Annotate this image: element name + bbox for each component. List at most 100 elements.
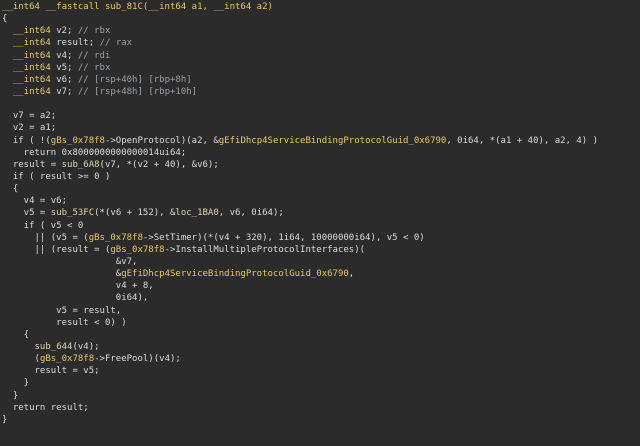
code-line[interactable]: __int64 v6; // [rsp+40h] [rbp+8h] xyxy=(0,74,640,86)
code-line[interactable]: result = v5; xyxy=(0,365,640,377)
code-text: || (v5 = ( xyxy=(2,232,89,243)
code-line[interactable]: } xyxy=(0,414,640,426)
code-comment: // rbx xyxy=(77,62,111,73)
code-text: ->InstallMultipleProtocolInterfaces)( xyxy=(164,244,366,255)
global-symbol[interactable]: gBs_0x78f8 xyxy=(110,245,164,255)
type-keyword: __int64 xyxy=(12,86,51,97)
code-text: { xyxy=(2,329,30,340)
code-line[interactable]: v4 + 8, xyxy=(0,280,640,292)
code-text: if ( !( xyxy=(2,135,51,146)
global-symbol[interactable]: gEfiDhcp4ServiceBindingProtocolGuid_0x67… xyxy=(219,136,447,146)
code-text: if ( result >= 0 ) xyxy=(2,171,111,182)
code-line[interactable]: result < 0) ) xyxy=(0,317,640,329)
type-keyword: __int64 xyxy=(12,50,51,61)
code-line[interactable]: return 0x8000000000000014ui64; xyxy=(0,147,640,159)
code-line[interactable]: if ( !(gBs_0x78f8->OpenProtocol)(a2, &gE… xyxy=(0,135,640,147)
code-text: v7; xyxy=(50,86,78,97)
global-symbol[interactable]: gBs_0x78f8 xyxy=(51,136,105,146)
code-text: } xyxy=(2,414,8,425)
code-line[interactable]: { xyxy=(0,13,640,25)
code-line[interactable]: v7 = a2; xyxy=(0,110,640,122)
code-line[interactable]: 0i64), xyxy=(0,292,640,304)
code-text: 0i64), xyxy=(2,293,149,304)
code-line[interactable]: || (v5 = (gBs_0x78f8->SetTimer)(*(v4 + 3… xyxy=(0,232,640,244)
function-name[interactable]: sub_6A8 xyxy=(62,160,100,170)
code-text: if ( v5 < 0 xyxy=(2,220,84,231)
code-text: ->FreePool)(v4); xyxy=(94,354,181,365)
type-keyword: __int64 xyxy=(12,38,51,49)
type-keyword: __int64 xyxy=(12,26,51,37)
code-line[interactable]: &gEfiDhcp4ServiceBindingProtocolGuid_0x6… xyxy=(0,268,640,280)
code-text: (*(v6 + 152), & xyxy=(94,208,176,219)
code-text: || (result = ( xyxy=(2,244,111,255)
code-line[interactable]: || (result = (gBs_0x78f8->InstallMultipl… xyxy=(0,244,640,256)
type-keyword: __int64 xyxy=(12,62,51,73)
code-line[interactable]: v5 = sub_53FC(*(v6 + 152), &loc_1BA0, v6… xyxy=(0,207,640,219)
code-text: ( xyxy=(2,354,40,365)
code-text: ->SetTimer)(*(v4 + 320), 1i64, 10000000i… xyxy=(142,232,425,243)
code-text: , xyxy=(348,269,355,280)
code-line[interactable]: if ( result >= 0 ) xyxy=(0,171,640,183)
code-line[interactable]: &v7, xyxy=(0,256,640,268)
code-text: v4; xyxy=(50,50,78,61)
code-line[interactable]: if ( v5 < 0 xyxy=(0,220,640,232)
code-text: v5 = result, xyxy=(2,305,122,316)
code-text: { xyxy=(2,14,8,25)
code-line[interactable]: v4 = v6; xyxy=(0,195,640,207)
code-text: } xyxy=(2,378,30,389)
code-line[interactable]: } xyxy=(0,390,640,402)
code-line[interactable]: __int64 v2; // rbx xyxy=(0,25,640,37)
code-comment: // [rsp+40h] [rbp+8h] xyxy=(77,74,192,85)
code-line[interactable]: v5 = result, xyxy=(0,305,640,317)
code-text: result < 0) ) xyxy=(2,317,127,328)
code-line[interactable] xyxy=(0,98,640,110)
code-text: result; xyxy=(50,38,100,49)
code-line[interactable]: __int64 v5; // rbx xyxy=(0,62,640,74)
code-line[interactable]: (gBs_0x78f8->FreePool)(v4); xyxy=(0,353,640,365)
function-name[interactable]: sub_644 xyxy=(35,342,73,352)
code-line[interactable]: return result; xyxy=(0,402,640,414)
code-text: v2; xyxy=(50,26,78,37)
code-text: , v6, 0i64); xyxy=(218,208,284,219)
code-text: v4 + 8, xyxy=(2,281,154,292)
code-text: &v7, xyxy=(2,256,138,267)
code-line[interactable]: __int64 __fastcall sub_81C(__int64 a1, _… xyxy=(0,1,640,13)
global-symbol[interactable]: gBs_0x78f8 xyxy=(40,354,94,364)
code-line[interactable]: v2 = a1; xyxy=(0,122,640,134)
code-text: return result; xyxy=(2,402,89,413)
code-text: (v4); xyxy=(72,341,100,352)
code-text: v2 = a1; xyxy=(2,123,57,134)
code-comment: // rdi xyxy=(77,50,111,61)
global-symbol[interactable]: gBs_0x78f8 xyxy=(89,233,143,243)
code-line[interactable]: sub_644(v4); xyxy=(0,341,640,353)
code-line[interactable]: } xyxy=(0,377,640,389)
code-text: (v7, *(v2 + 40), &v6); xyxy=(99,159,219,170)
code-text: v7 = a2; xyxy=(2,111,57,122)
code-line[interactable]: __int64 v4; // rdi xyxy=(0,50,640,62)
code-line[interactable]: __int64 v7; // [rsp+48h] [rbp+10h] xyxy=(0,86,640,98)
code-line[interactable]: { xyxy=(0,329,640,341)
global-symbol[interactable]: gEfiDhcp4ServiceBindingProtocolGuid_0x67… xyxy=(121,269,349,279)
code-text: , 0i64, *(a1 + 40), a2, 4) ) xyxy=(446,135,599,146)
function-name[interactable]: sub_53FC xyxy=(51,208,94,218)
code-comment: // [rsp+48h] [rbp+10h] xyxy=(77,86,198,97)
code-comment: // rbx xyxy=(77,26,111,37)
code-line[interactable]: __int64 result; // rax xyxy=(0,37,640,49)
code-text: & xyxy=(2,269,122,280)
code-text: v6; xyxy=(50,74,78,85)
decompiler-code-view[interactable]: __int64 __fastcall sub_81C(__int64 a1, _… xyxy=(0,0,640,446)
function-name[interactable]: loc_1BA0 xyxy=(175,208,218,218)
code-text: ->OpenProtocol)(a2, & xyxy=(104,135,219,146)
type-keyword: __int64 __fastcall sub_81C(__int64 a1, _… xyxy=(2,2,273,12)
code-line[interactable]: result = sub_6A8(v7, *(v2 + 40), &v6); xyxy=(0,159,640,171)
code-text: v5; xyxy=(50,62,78,73)
code-line[interactable]: { xyxy=(0,183,640,195)
code-text: result = xyxy=(2,159,62,170)
code-text: v4 = v6; xyxy=(2,196,68,207)
